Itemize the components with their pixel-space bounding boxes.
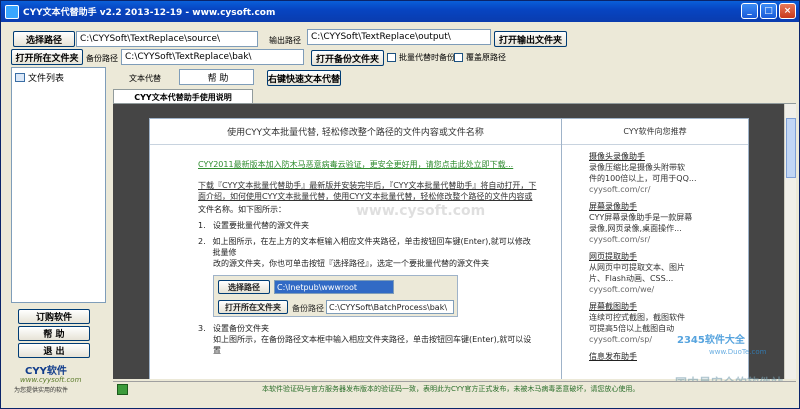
brand-url: www.cyysoft.com: [20, 376, 82, 384]
recommend-item-title[interactable]: 摄像头录像助手: [589, 151, 748, 162]
watermark-2345: 2345软件大全: [677, 335, 745, 346]
recommend-item-desc: CYY屏幕录像助手是一款屏幕: [589, 213, 693, 222]
output-path-label: 输出路径: [269, 36, 301, 45]
minimize-button[interactable]: _: [741, 3, 758, 19]
exit-button[interactable]: 退 出: [18, 343, 90, 358]
recommend-item[interactable]: 网页提取助手 从网页中可提取文本、图片 片、Flash动画、CSS... cyy…: [589, 251, 748, 295]
brand-slogan: 为您提供实用的软件: [14, 387, 69, 394]
maximize-button[interactable]: □: [760, 3, 777, 19]
example-select-path-button: 选择路径: [218, 280, 270, 294]
step-1-text: 设置要批量代替的源文件夹: [213, 221, 309, 230]
recommend-item-desc: 从网页中可提取文本、图片: [589, 263, 685, 272]
backup-path-label: 备份路径: [86, 54, 118, 63]
recommend-item-url[interactable]: cyysoft.com/sr/: [589, 234, 748, 245]
step-2: 2. 如上图所示，在左上方的文本框输入相应文件夹路径，单击按钮回车键(Enter)…: [198, 236, 538, 258]
recommend-item-title[interactable]: 屏幕录像助手: [589, 201, 748, 212]
brand-name: CYY软件: [25, 366, 67, 377]
recommend-item[interactable]: 摄像头录像助手 录像压缩比是摄像头附带软 件的100倍以上，可用于QQ... c…: [589, 151, 748, 195]
source-path-input[interactable]: C:\CYYSoft\TextReplace\source\: [76, 31, 258, 47]
verified-icon: [117, 383, 128, 395]
order-software-button[interactable]: 订购软件: [18, 309, 90, 324]
batch-backup-checkbox[interactable]: 批量代替时备份: [387, 52, 455, 63]
step-1-number: 1.: [198, 221, 206, 230]
recommend-item-desc: 录像,网页录像,桌面操作...: [589, 224, 682, 233]
status-text: 本软件验证码与官方服务器发布版本的验证码一致，表明此为CYY官方正式发布，未被木…: [262, 385, 640, 393]
open-folder-button[interactable]: 打开所在文件夹: [11, 49, 83, 65]
select-path-button[interactable]: 选择路径: [13, 31, 75, 47]
overwrite-label: 覆盖原路径: [466, 53, 506, 62]
step-3: 3. 设置备份文件夹: [198, 323, 538, 334]
example-path-input: C:\Inetpub\wwwroot: [274, 280, 394, 294]
right-click-quick-replace-button[interactable]: 右键快速文本代替: [267, 70, 341, 86]
watermark-cysoft: www.cysoft.com: [356, 203, 486, 219]
title-bar[interactable]: CYY文本代替助手 v2.2 2013-12-19 - www.cysoft.c…: [1, 1, 799, 22]
step-2-text-b: 改的源文件夹，你也可单击按钮『选择路径』，选定一个要批量代替的源文件夹: [213, 259, 489, 268]
help-page: 使用CYY文本批量代替, 轻松修改整个路径的文件内容或文件名称 CYY2011最…: [149, 118, 749, 379]
step-3-text: 设置备份文件夹: [213, 324, 269, 333]
output-path-input[interactable]: C:\CYYSoft\TextReplace\output\: [307, 29, 491, 45]
recommend-item[interactable]: 屏幕录像助手 CYY屏幕录像助手是一款屏幕 录像,网页录像,桌面操作... cy…: [589, 201, 748, 245]
step-3-number: 3.: [198, 324, 206, 333]
recommend-title: CYY软件向您推荐: [562, 119, 748, 145]
step-3-text-a: 如上图所示，在备份路径文本框中输入相应文件夹路径，单击按钮回车键(Enter),…: [213, 335, 532, 355]
recommend-item-desc: 件的100倍以上，可用于QQ...: [589, 174, 697, 183]
help-field[interactable]: 帮 助: [179, 69, 254, 85]
recommend-item-desc: 录像压缩比是摄像头附带软: [589, 163, 685, 172]
step-2-text: 如上图所示，在左上方的文本框输入相应文件夹路径，单击按钮回车键(Enter),就…: [212, 237, 531, 257]
file-list-title: 文件列表: [28, 74, 65, 84]
app-window: CYY文本代替助手 v2.2 2013-12-19 - www.cysoft.c…: [0, 0, 800, 409]
main-column: 使用CYY文本批量代替, 轻松修改整个路径的文件内容或文件名称 CYY2011最…: [150, 119, 562, 379]
watermark-duote-url: www.DuoTe.com: [709, 348, 767, 356]
step-2-number: 2.: [198, 237, 206, 246]
recommend-item-desc: 片、Flash动画、CSS...: [589, 274, 674, 283]
backup-path-input[interactable]: C:\CYYSoft\TextReplace\bak\: [121, 49, 304, 65]
step-1: 1. 设置要批量代替的源文件夹: [198, 220, 538, 231]
recommend-item-title[interactable]: 屏幕截图助手: [589, 301, 748, 312]
intro-text: 下载『CYY文本批量代替助手』最新版并安装完毕后，『CYY文本批量代替助手』将自…: [198, 181, 537, 201]
recommend-item-url[interactable]: cyysoft.com/cr/: [589, 184, 748, 195]
doc-heading: 使用CYY文本批量代替, 轻松修改整个路径的文件内容或文件名称: [150, 119, 561, 145]
status-bar: 本软件验证码与官方服务器发布版本的验证码一致，表明此为CYY官方正式发布，未被木…: [113, 381, 796, 396]
batch-backup-label: 批量代替时备份: [399, 53, 455, 62]
scrollbar-thumb[interactable]: [786, 118, 796, 178]
viewer-scrollbar[interactable]: [784, 104, 796, 379]
example-backup-input: C:\CYYSoft\BatchProcess\bak\: [326, 300, 454, 314]
doc-content: CYY2011最新版本加入防木马恶意病毒云验证，更安全更好用，请您点击此处立即下…: [198, 159, 538, 356]
text-replace-label: 文本代替: [129, 74, 161, 83]
example-backup-label: 备份路径: [292, 304, 324, 313]
open-output-folder-button[interactable]: 打开输出文件夹: [494, 31, 567, 47]
example-screenshot: 选择路径 C:\Inetpub\wwwroot 打开所在文件夹 备份路径 C:\…: [213, 275, 458, 317]
example-open-folder-button: 打开所在文件夹: [218, 300, 288, 314]
file-list-icon: [15, 73, 25, 82]
window-title: CYY文本代替助手 v2.2 2013-12-19 - www.cysoft.c…: [23, 8, 276, 18]
recommend-item-desc: 连续可控式截图，截图软件: [589, 313, 685, 322]
download-link[interactable]: CYY2011最新版本加入防木马恶意病毒云验证，更安全更好用，请您点击此处立即下…: [198, 159, 538, 170]
file-list-panel[interactable]: 文件列表: [11, 67, 106, 303]
overwrite-checkbox[interactable]: 覆盖原路径: [454, 52, 506, 63]
app-icon: [5, 4, 19, 19]
help-button[interactable]: 帮 助: [18, 326, 90, 341]
recommend-item-url[interactable]: cyysoft.com/we/: [589, 284, 748, 295]
recommend-item-title[interactable]: 网页提取助手: [589, 251, 748, 262]
close-button[interactable]: ×: [779, 3, 796, 19]
open-backup-folder-button[interactable]: 打开备份文件夹: [311, 50, 384, 66]
tab-instructions[interactable]: CYY文本代替助手使用说明: [113, 89, 253, 104]
recommend-list: 摄像头录像助手 录像压缩比是摄像头附带软 件的100倍以上，可用于QQ... c…: [562, 145, 748, 362]
